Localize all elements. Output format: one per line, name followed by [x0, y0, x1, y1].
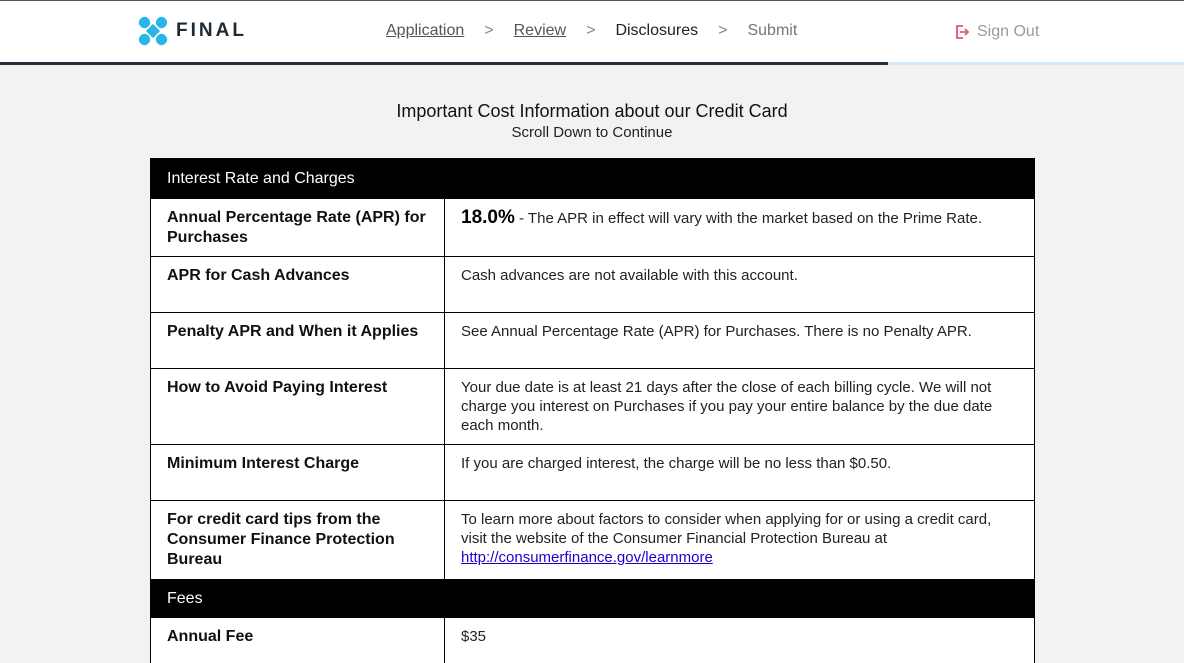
step-review[interactable]: Review: [514, 22, 566, 40]
final-logo-mark-icon: [138, 16, 168, 46]
row-value: To learn more about factors to consider …: [445, 501, 1034, 579]
row-label: For credit card tips from the Consumer F…: [151, 501, 445, 579]
page-title: Important Cost Information about our Cre…: [396, 101, 788, 121]
sign-out-button[interactable]: Sign Out: [954, 23, 1039, 41]
step-separator: >: [484, 22, 494, 39]
cfpb-description: To learn more about factors to consider …: [461, 511, 992, 547]
table-row: How to Avoid Paying Interest Your due da…: [151, 368, 1034, 444]
cost-disclosure-table: Interest Rate and Charges Annual Percent…: [150, 158, 1035, 663]
section-header-fees: Fees: [151, 579, 1034, 618]
row-value: See Annual Percentage Rate (APR) for Pur…: [461, 323, 972, 340]
row-value: Your due date is at least 21 days after …: [461, 379, 993, 434]
step-separator: >: [586, 22, 596, 39]
row-value: $35: [461, 628, 487, 645]
row-label: Annual Percentage Rate (APR) for Purchas…: [151, 199, 445, 256]
step-disclosures: Disclosures: [615, 22, 699, 39]
progress-bar: [0, 62, 1184, 65]
row-value: 18.0% - The APR in effect will vary with…: [445, 199, 1034, 256]
table-row: Annual Fee $35: [151, 618, 1034, 663]
page-subtitle: Scroll Down to Continue: [511, 124, 673, 141]
row-label: APR for Cash Advances: [151, 257, 445, 312]
row-label: Penalty APR and When it Applies: [151, 313, 445, 368]
section-header-interest: Interest Rate and Charges: [151, 159, 1034, 198]
cfpb-link[interactable]: http://consumerfinance.gov/learnmore: [461, 549, 713, 566]
sign-out-label: Sign Out: [977, 23, 1040, 40]
table-row: Annual Percentage Rate (APR) for Purchas…: [151, 198, 1034, 256]
row-value: Cash advances are not available with thi…: [461, 267, 798, 284]
final-logo[interactable]: FINAL: [138, 16, 247, 46]
step-application[interactable]: Application: [386, 22, 464, 40]
brand-name: FINAL: [176, 20, 247, 41]
table-row: APR for Cash Advances Cash advances are …: [151, 256, 1034, 312]
apr-value: 18.0%: [461, 207, 515, 228]
table-row: For credit card tips from the Consumer F…: [151, 500, 1034, 579]
table-row: Minimum Interest Charge If you are charg…: [151, 444, 1034, 500]
row-label: Minimum Interest Charge: [151, 445, 445, 500]
top-header: FINAL Application > Review > Disclosures…: [0, 0, 1184, 62]
progress-bar-fill: [0, 62, 888, 65]
row-value: If you are charged interest, the charge …: [461, 455, 892, 472]
table-row: Penalty APR and When it Applies See Annu…: [151, 312, 1034, 368]
row-label: How to Avoid Paying Interest: [151, 369, 445, 444]
sign-out-icon: [956, 25, 970, 39]
step-separator: >: [718, 22, 728, 39]
progress-steps: Application > Review > Disclosures > Sub…: [386, 22, 797, 40]
apr-description: - The APR in effect will vary with the m…: [514, 210, 983, 227]
row-label: Annual Fee: [151, 618, 445, 663]
step-submit: Submit: [747, 22, 798, 39]
